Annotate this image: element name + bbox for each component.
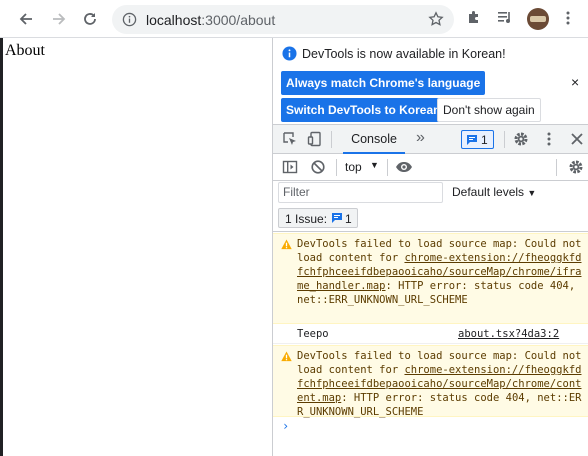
close-notice-button[interactable]: ×	[571, 74, 579, 90]
issues-badge-count: 1	[481, 133, 488, 147]
console-toolbar: top ▼	[273, 154, 588, 181]
issues-button[interactable]: 1 Issue: 1	[278, 208, 358, 228]
console-settings-gear-icon[interactable]	[568, 159, 584, 175]
back-button[interactable]	[15, 8, 37, 30]
issues-count: 1	[345, 212, 352, 226]
url-text[interactable]: localhost:3000/about	[146, 12, 275, 28]
issues-label: 1 Issue:	[285, 212, 328, 226]
devtools-panel: DevTools is now available in Korean! × A…	[272, 38, 588, 456]
bookmark-star-icon[interactable]	[428, 11, 444, 27]
issues-bar: 1 Issue: 1	[273, 206, 588, 232]
tab-console[interactable]: Console	[343, 125, 405, 154]
settings-gear-icon[interactable]	[513, 131, 529, 147]
context-selector[interactable]: top	[345, 160, 362, 174]
log-text: Teepo	[297, 328, 329, 340]
more-tabs-icon[interactable]: »	[416, 129, 425, 147]
console-warning-message[interactable]: DevTools failed to load source map: Coul…	[273, 233, 588, 324]
sidebar-toggle-icon[interactable]	[282, 159, 298, 175]
media-control-icon[interactable]	[497, 9, 513, 25]
message-icon	[467, 135, 477, 145]
reload-button[interactable]	[79, 8, 101, 30]
toolbar-separator	[336, 159, 337, 176]
browser-toolbar: localhost:3000/about	[0, 0, 588, 38]
clear-console-icon[interactable]	[310, 159, 326, 175]
log-source-link[interactable]: about.tsx?4da3:2	[458, 328, 559, 340]
warning-triangle-icon	[281, 239, 292, 250]
log-levels-label: Default levels	[452, 185, 525, 199]
arrow-right-icon	[53, 13, 66, 25]
page-title: About	[5, 42, 45, 59]
forward-button[interactable]	[48, 8, 70, 30]
info-icon[interactable]	[122, 12, 137, 27]
filter-input[interactable]: Filter	[278, 182, 443, 203]
address-bar[interactable]: localhost:3000/about	[112, 5, 454, 34]
reload-icon	[84, 13, 96, 25]
switch-korean-button[interactable]: Switch DevTools to Korean	[281, 98, 446, 122]
warning-text: DevTools failed to load source map: Coul…	[297, 349, 585, 419]
message-icon	[332, 213, 342, 223]
toolbar-separator	[556, 159, 557, 176]
issues-badge[interactable]: 1	[461, 130, 494, 149]
warning-triangle-icon	[281, 351, 292, 362]
tab-separator	[504, 131, 505, 148]
context-dropdown-icon[interactable]: ▼	[370, 160, 379, 170]
inspect-element-icon[interactable]	[282, 131, 298, 147]
log-levels-dropdown[interactable]: Default levels ▼	[452, 185, 536, 199]
toolbar-separator	[387, 159, 388, 176]
dont-show-again-button[interactable]: Don't show again	[437, 98, 541, 122]
page-viewport: About	[0, 38, 272, 456]
match-language-button[interactable]: Always match Chrome's language	[281, 71, 486, 95]
device-toggle-icon[interactable]	[307, 131, 323, 147]
profile-avatar[interactable]	[527, 8, 549, 30]
chevron-down-icon: ▼	[527, 188, 537, 198]
tab-separator	[331, 131, 332, 148]
url-path: :3000/about	[201, 12, 276, 28]
extensions-puzzle-icon[interactable]	[466, 9, 482, 25]
warning-text: DevTools failed to load source map: Coul…	[297, 237, 585, 307]
console-log-message: Teepo about.tsx?4da3:2	[273, 325, 588, 344]
console-prompt-chevron-icon[interactable]: ›	[282, 419, 289, 433]
devtools-tabbar: Console » 1	[273, 124, 588, 154]
live-expression-eye-icon[interactable]	[395, 159, 413, 175]
url-host: localhost	[146, 12, 202, 28]
notice-message: DevTools is now available in Korean!	[302, 47, 506, 61]
language-notice: DevTools is now available in Korean! × A…	[273, 38, 588, 124]
close-icon[interactable]	[569, 131, 585, 147]
console-warning-message[interactable]: DevTools failed to load source map: Coul…	[273, 345, 588, 419]
filter-bar: Filter Default levels ▼	[273, 181, 588, 206]
info-icon	[282, 46, 297, 61]
more-vert-icon[interactable]	[541, 131, 557, 147]
arrow-left-icon	[19, 13, 32, 25]
more-vert-icon[interactable]	[560, 10, 576, 26]
